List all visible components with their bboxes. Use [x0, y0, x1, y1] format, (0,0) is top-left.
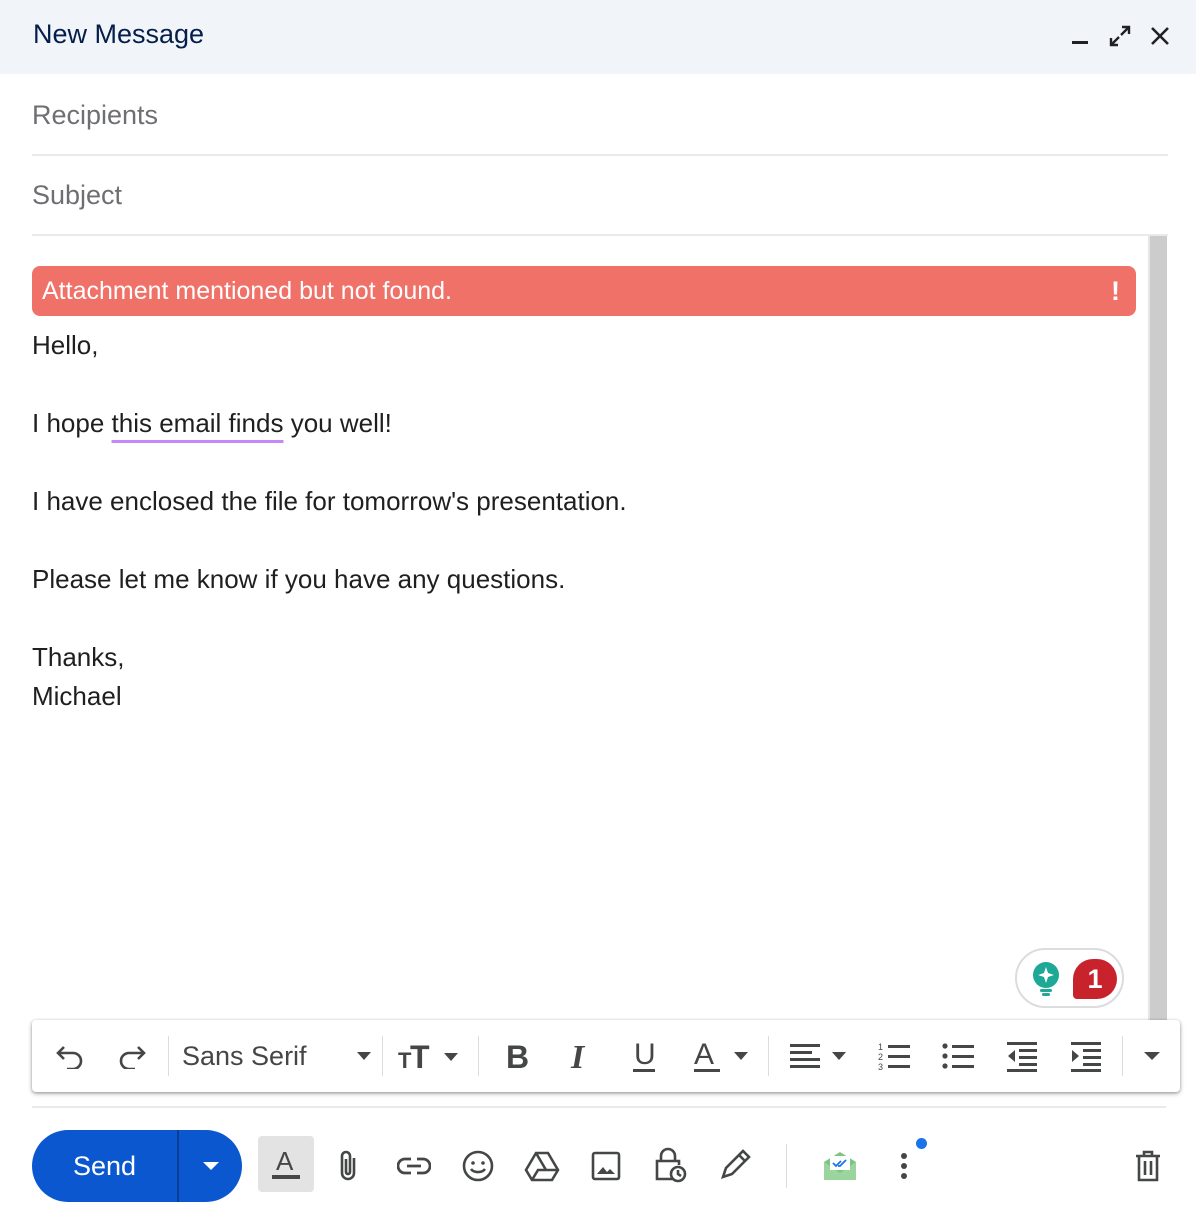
close-icon [1151, 27, 1169, 45]
text-size-icon: T T [398, 1040, 458, 1072]
bold-button[interactable]: B [494, 1034, 538, 1078]
fullscreen-button[interactable] [1104, 20, 1136, 52]
indent-more-button[interactable] [1064, 1034, 1108, 1078]
svg-text:3: 3 [878, 1062, 883, 1072]
more-formatting-icon [1144, 1052, 1160, 1060]
text-size-button[interactable]: T T [396, 1034, 466, 1078]
formatting-options-icon: A [272, 1146, 300, 1179]
emoji-button[interactable] [452, 1140, 504, 1192]
toolbar-divider [32, 1106, 1166, 1108]
minimize-button[interactable] [1064, 20, 1096, 52]
link-button[interactable] [388, 1140, 440, 1192]
body-line-2: I have enclosed the file for tomorrow's … [32, 486, 627, 516]
attach-icon [340, 1150, 356, 1181]
minimize-icon [1072, 41, 1088, 44]
body-line-1-end: you well! [283, 408, 392, 438]
subject-field[interactable]: Subject [32, 156, 1168, 236]
body-line-3: Please let me know if you have any quest… [32, 564, 566, 594]
mailtrack-icon [824, 1152, 856, 1180]
numbered-list-icon: 1 2 3 [878, 1042, 910, 1072]
confidential-mode-icon [655, 1147, 687, 1183]
subject-placeholder: Subject [32, 180, 123, 210]
signature-button[interactable] [708, 1140, 760, 1192]
text-color-icon: A [694, 1038, 748, 1072]
body-closing: Thanks, [32, 642, 125, 672]
svg-text:2: 2 [878, 1052, 883, 1062]
writing-assistant-widget[interactable]: 1 [1015, 948, 1124, 1008]
font-family-select[interactable]: Sans Serif [182, 1034, 372, 1078]
italic-icon: I [570, 1040, 586, 1072]
body-line-1-start: I hope [32, 408, 112, 438]
svg-text:T: T [410, 1040, 430, 1072]
recipients-field[interactable]: Recipients [32, 76, 1168, 156]
send-button[interactable]: Send [32, 1130, 177, 1202]
bulleted-list-icon [942, 1043, 974, 1069]
numbered-list-button[interactable]: 1 2 3 [872, 1034, 916, 1078]
signature-icon [720, 1149, 751, 1180]
body-scrollbar[interactable] [1148, 236, 1167, 1026]
undo-icon [56, 1046, 83, 1069]
chevron-down-icon [202, 1162, 219, 1170]
svg-text:B: B [506, 1040, 529, 1072]
underline-button[interactable]: U [622, 1034, 666, 1078]
svg-text:U: U [634, 1038, 656, 1071]
underline-icon: U [633, 1038, 656, 1072]
svg-text:I: I [570, 1040, 586, 1072]
attachment-warning-banner: Attachment mentioned but not found. ! [32, 266, 1136, 316]
attachment-warning-text: Attachment mentioned but not found. [42, 277, 452, 305]
link-icon [397, 1157, 431, 1175]
italic-button[interactable]: I [558, 1034, 602, 1078]
warning-exclamation-icon: ! [1111, 276, 1120, 306]
notification-dot [916, 1138, 927, 1149]
redo-button[interactable] [112, 1034, 152, 1078]
drive-icon [524, 1151, 560, 1182]
more-options-icon [901, 1153, 907, 1179]
redo-icon [119, 1046, 146, 1069]
undo-button[interactable] [50, 1034, 90, 1078]
formatting-options-button[interactable]: A [258, 1136, 314, 1192]
send-button-group: Send [32, 1130, 242, 1202]
body-signature: Michael [32, 681, 122, 711]
body-greeting: Hello, [32, 330, 99, 360]
fullscreen-icon [1109, 25, 1131, 47]
emoji-icon [462, 1150, 494, 1182]
formatting-toolbar: Sans Serif T T B I U A 1 2 3 [32, 1020, 1180, 1092]
drive-button[interactable] [516, 1140, 568, 1192]
suggestion-count-badge: 1 [1073, 959, 1117, 999]
indent-less-icon [1007, 1042, 1037, 1072]
lightbulb-sparkle-icon [1033, 962, 1059, 996]
align-button[interactable] [786, 1034, 854, 1078]
grammar-suggestion-highlight[interactable]: this email finds [112, 408, 284, 438]
compose-title: New Message [33, 19, 205, 49]
body-line-1: I hope this email finds you well! [32, 407, 392, 439]
chevron-down-icon [357, 1052, 371, 1060]
more-formatting-button[interactable] [1136, 1034, 1168, 1078]
compose-title-bar: New Message [0, 0, 1196, 74]
indent-more-icon [1071, 1042, 1101, 1072]
mailtrack-button[interactable] [814, 1140, 866, 1192]
bold-icon: B [506, 1040, 529, 1072]
svg-text:1: 1 [878, 1042, 883, 1052]
attach-button[interactable] [322, 1140, 374, 1192]
close-button[interactable] [1144, 20, 1176, 52]
delete-button[interactable] [1122, 1140, 1174, 1192]
align-icon [790, 1044, 846, 1068]
indent-less-button[interactable] [1000, 1034, 1044, 1078]
send-options-button[interactable] [179, 1130, 242, 1202]
svg-text:A: A [694, 1038, 714, 1071]
font-family-value: Sans Serif [182, 1040, 307, 1071]
delete-icon [1136, 1150, 1160, 1182]
recipients-placeholder: Recipients [32, 100, 159, 130]
action-separator [786, 1144, 787, 1188]
photo-icon [591, 1151, 621, 1181]
photo-button[interactable] [580, 1140, 632, 1192]
confidential-mode-button[interactable] [644, 1140, 696, 1192]
svg-text:A: A [276, 1146, 294, 1176]
text-color-button[interactable]: A [686, 1034, 756, 1078]
bulleted-list-button[interactable] [936, 1034, 980, 1078]
